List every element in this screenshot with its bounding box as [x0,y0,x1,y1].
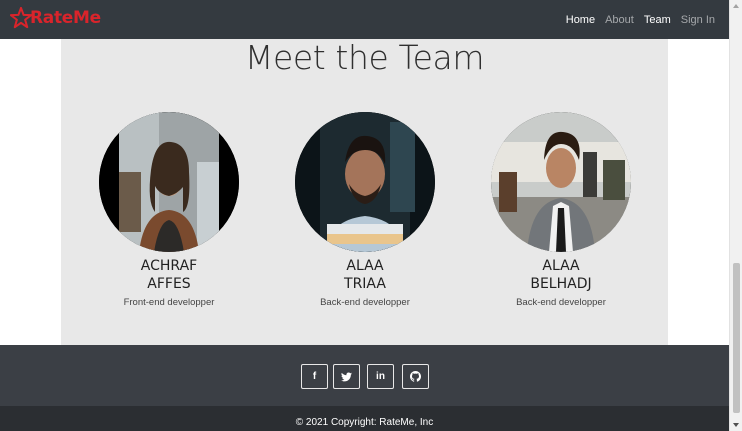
copyright-bar: © 2021 Copyright: RateMe, Inc [0,406,729,431]
page: RateMe Home About Team Sign In Meet the … [0,0,742,431]
star-icon [10,7,32,29]
nav-menu: Home About Team Sign In [566,0,715,39]
facebook-icon: f [312,371,317,382]
scroll-down-arrow-icon[interactable] [733,423,739,427]
team-title: Meet the Team [244,38,485,77]
team-member-card: ALAA TRIAA Back-end developper [295,112,435,308]
nav-link-sign-in[interactable]: Sign In [681,14,715,26]
nav-link-about[interactable]: About [605,14,634,26]
facebook-button[interactable]: f [301,364,328,389]
copyright-text: © 2021 Copyright: RateMe, Inc [295,417,434,428]
linkedin-icon: in [376,371,385,382]
member-photo [295,112,435,252]
navbar: RateMe Home About Team Sign In [0,0,729,39]
team-section: Meet the Team ACHRAF AFFES Front-end dev [61,39,668,345]
brand-name: RateMe [30,8,101,28]
member-photo [491,112,631,252]
team-member-card: ALAA BELHADJ Back-end developper [491,112,631,308]
page-scrollbar[interactable] [729,0,742,431]
member-role: Back-end developper [516,297,606,308]
member-last-name: BELHADJ [530,276,592,292]
scrollbar-thumb[interactable] [733,263,740,413]
footer: f in [0,345,729,406]
avatar [99,112,239,252]
member-first-name: ALAA [346,258,384,274]
brand-logo[interactable]: RateMe [10,7,101,29]
github-icon [410,371,421,382]
github-button[interactable] [402,364,429,389]
avatar [295,112,435,252]
twitter-icon [341,371,352,381]
nav-link-home[interactable]: Home [566,14,595,26]
member-photo [99,112,239,252]
team-member-card: ACHRAF AFFES Front-end developper [99,112,239,308]
member-first-name: ACHRAF [140,258,198,274]
avatar [491,112,631,252]
scroll-up-arrow-icon[interactable] [733,4,739,8]
member-first-name: ALAA [542,258,580,274]
nav-link-team[interactable]: Team [644,14,671,26]
member-last-name: TRIAA [344,276,386,292]
linkedin-button[interactable]: in [367,364,394,389]
member-role: Front-end developper [123,297,215,308]
member-last-name: AFFES [147,276,191,292]
twitter-button[interactable] [333,364,360,389]
member-role: Back-end developper [320,297,410,308]
